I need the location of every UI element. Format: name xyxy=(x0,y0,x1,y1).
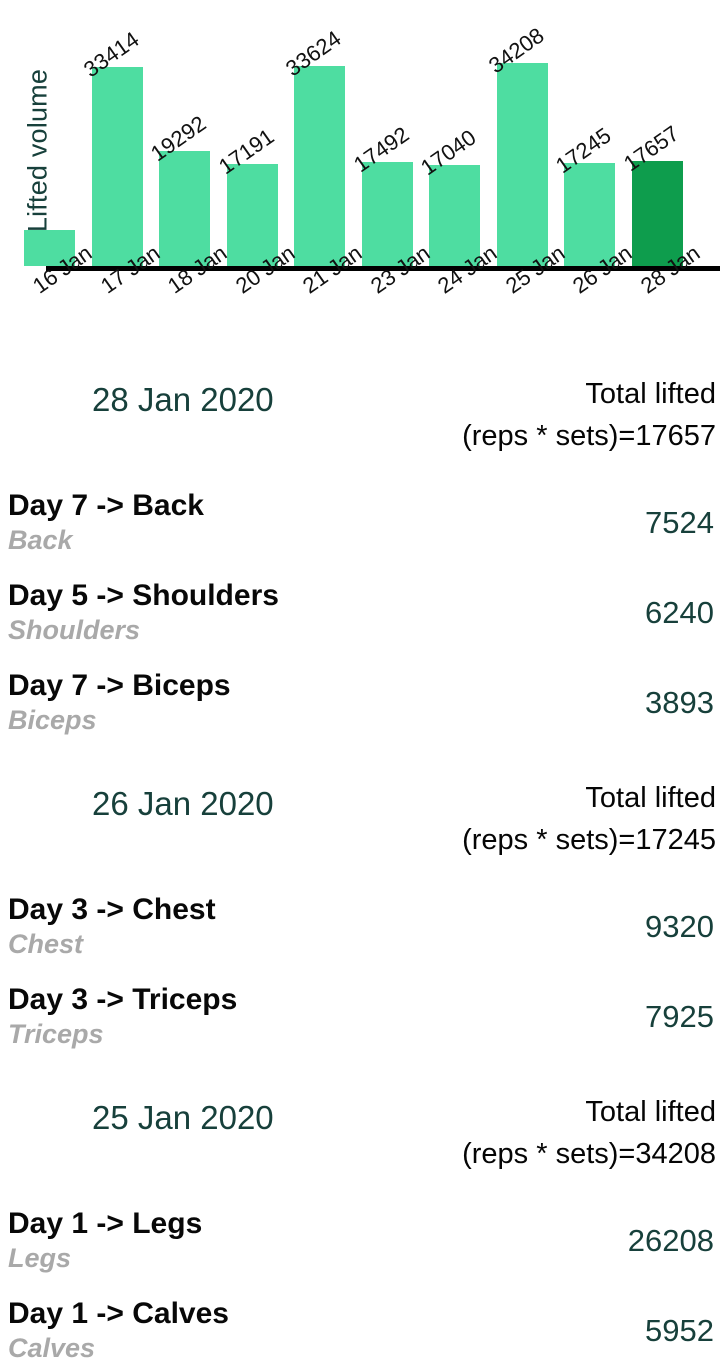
workout-entry-volume: 3893 xyxy=(645,685,714,720)
workout-entry-muscle-group: Calves xyxy=(8,1333,96,1363)
workout-entry-labels: Day 7 -> Back Back xyxy=(8,489,204,557)
total-lifted-caption: Total lifted xyxy=(585,378,716,410)
workout-entry-muscle-group: Chest xyxy=(8,929,84,959)
workout-entry-row[interactable]: Day 1 -> Calves Calves 5952 xyxy=(0,1297,720,1365)
workout-entry-row[interactable]: Day 3 -> Chest Chest 9320 xyxy=(0,893,720,961)
workout-entry-volume: 26208 xyxy=(627,1223,714,1258)
workout-entry-muscle-group: Biceps xyxy=(8,705,97,735)
chart-bar xyxy=(92,67,143,266)
workout-entry-title: Day 5 -> Shoulders xyxy=(8,579,279,612)
day-total-lifted: Total lifted (reps * sets)=34208 xyxy=(462,1091,716,1175)
workout-entry-volume: 5952 xyxy=(645,1313,714,1348)
workout-entry-muscle-group: Legs xyxy=(8,1243,72,1273)
lifted-volume-chart: Lifted volume 33414 19292 17191 33624 17492 1… xyxy=(0,0,720,345)
workout-entry-volume: 7524 xyxy=(645,505,714,540)
workout-entry-row[interactable]: Day 3 -> Triceps Triceps 7925 xyxy=(0,983,720,1051)
workout-entry-muscle-group: Shoulders xyxy=(8,615,141,645)
day-date: 25 Jan 2020 xyxy=(92,1099,274,1136)
workout-entry-labels: Day 1 -> Calves Calves xyxy=(8,1297,229,1365)
workout-entry-title: Day 3 -> Chest xyxy=(8,893,216,926)
workout-entry-volume: 7925 xyxy=(645,999,714,1034)
workout-entry-labels: Day 1 -> Legs Legs xyxy=(8,1207,202,1275)
workout-entry-volume: 9320 xyxy=(645,909,714,944)
workout-entry-volume: 6240 xyxy=(645,595,714,630)
day-total-lifted: Total lifted (reps * sets)=17245 xyxy=(462,777,716,861)
workout-entry-title: Day 7 -> Biceps xyxy=(8,669,231,702)
total-lifted-value: (reps * sets)=34208 xyxy=(462,1138,716,1170)
day-date: 28 Jan 2020 xyxy=(92,381,274,418)
chart-bar xyxy=(294,66,345,266)
day-total-lifted: Total lifted (reps * sets)=17657 xyxy=(462,373,716,457)
chart-bar xyxy=(497,63,548,266)
chart-bar xyxy=(159,151,210,266)
chart-plot-area: 33414 19292 17191 33624 17492 17040 34208 17245… xyxy=(24,0,720,345)
day-header: 25 Jan 2020 Total lifted (reps * sets)=342… xyxy=(0,1091,720,1175)
workout-entry-muscle-group: Back xyxy=(8,525,73,555)
total-lifted-caption: Total lifted xyxy=(585,1096,716,1128)
workout-entry-labels: Day 3 -> Chest Chest xyxy=(8,893,216,961)
workout-entry-title: Day 7 -> Back xyxy=(8,489,204,522)
workout-entry-muscle-group: Triceps xyxy=(8,1019,104,1049)
total-lifted-value: (reps * sets)=17245 xyxy=(462,824,716,856)
workout-entry-row[interactable]: Day 7 -> Biceps Biceps 3893 xyxy=(0,669,720,737)
workout-entry-title: Day 1 -> Legs xyxy=(8,1207,203,1240)
day-date: 26 Jan 2020 xyxy=(92,785,274,822)
workout-entry-row[interactable]: Day 1 -> Legs Legs 26208 xyxy=(0,1207,720,1275)
workout-entry-labels: Day 5 -> Shoulders Shoulders xyxy=(8,579,279,647)
workout-entry-labels: Day 3 -> Triceps Triceps xyxy=(8,983,237,1051)
workout-entry-title: Day 1 -> Calves xyxy=(8,1297,229,1330)
day-header: 26 Jan 2020 Total lifted (reps * sets)=172… xyxy=(0,777,720,861)
workout-entry-row[interactable]: Day 5 -> Shoulders Shoulders 6240 xyxy=(0,579,720,647)
workout-entry-labels: Day 7 -> Biceps Biceps xyxy=(8,669,231,737)
total-lifted-caption: Total lifted xyxy=(585,782,716,814)
day-header: 28 Jan 2020 Total lifted (reps * sets)=176… xyxy=(0,373,720,457)
workout-log-list: 28 Jan 2020 Total lifted (reps * sets)=176… xyxy=(0,373,720,1365)
workout-entry-title: Day 3 -> Triceps xyxy=(8,983,238,1016)
workout-entry-row[interactable]: Day 7 -> Back Back 7524 xyxy=(0,489,720,557)
total-lifted-value: (reps * sets)=17657 xyxy=(462,420,716,452)
